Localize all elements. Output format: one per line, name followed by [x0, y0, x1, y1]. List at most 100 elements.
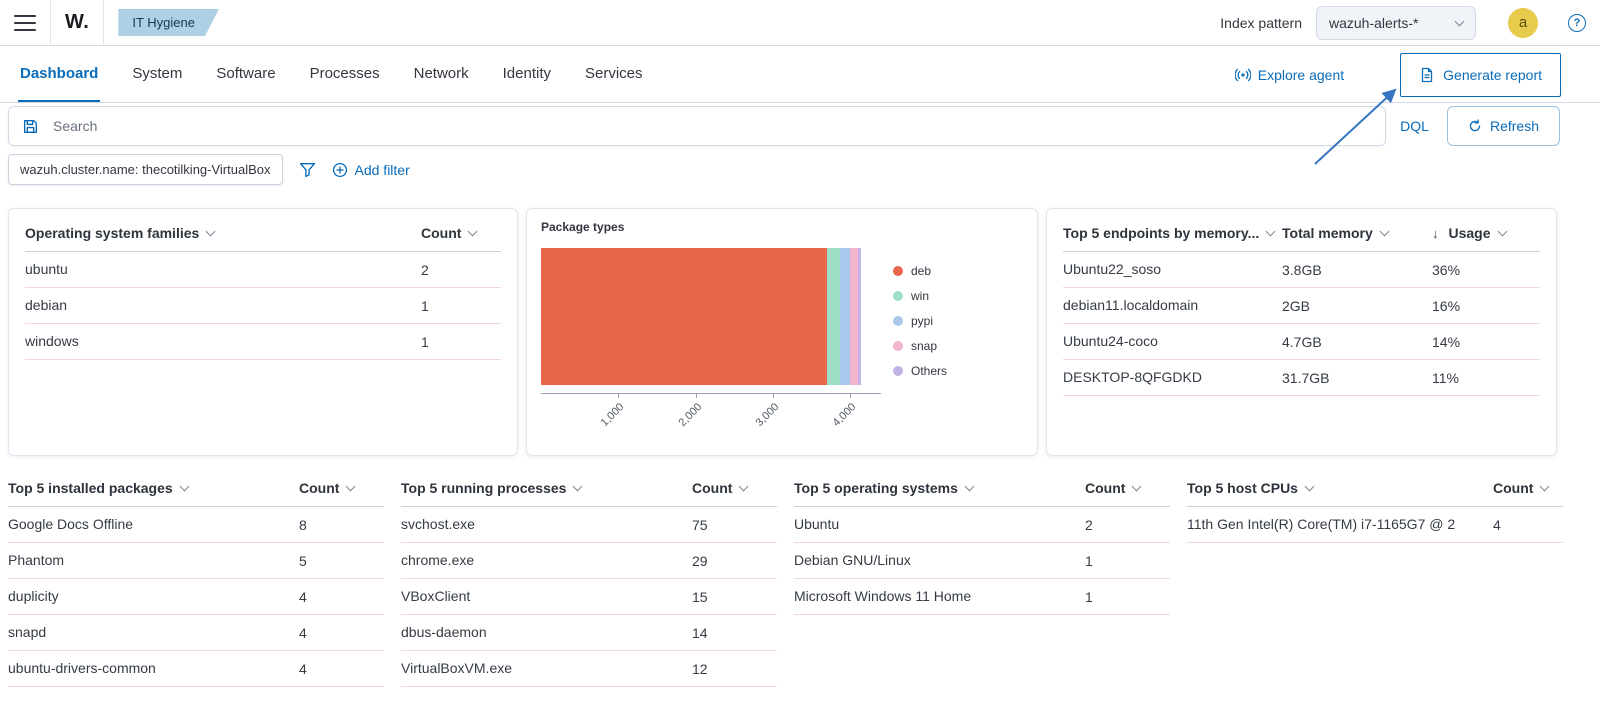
chevron-down-icon	[205, 226, 216, 237]
tab-services[interactable]: Services	[583, 47, 645, 102]
refresh-button[interactable]: Refresh	[1446, 106, 1560, 146]
table-row[interactable]: snapd 4	[8, 615, 384, 651]
legend-label: snap	[911, 339, 938, 353]
row-label: debian	[25, 297, 68, 313]
row-value: 5	[299, 552, 307, 569]
explore-agent-link[interactable]: Explore agent	[1234, 66, 1345, 83]
table-row[interactable]: ubuntu 2	[25, 252, 501, 288]
column-header-count[interactable]: Count	[421, 225, 501, 241]
legend-item-snap[interactable]: snap	[893, 339, 947, 353]
filter-chip[interactable]: wazuh.cluster.name: thecotilking-Virtual…	[8, 154, 283, 185]
row-value: 2GB	[1282, 297, 1311, 314]
table-row[interactable]: Google Docs Offline 8	[8, 507, 384, 543]
panel-title[interactable]: Top 5 running processes	[401, 480, 692, 496]
wazuh-logo[interactable]: W.	[65, 11, 89, 34]
legend-item-pypi[interactable]: pypi	[893, 314, 947, 328]
legend-item-deb[interactable]: deb	[893, 264, 947, 278]
index-pattern-select[interactable]: wazuh-alerts-*	[1316, 5, 1476, 40]
bar-segment-win[interactable]	[826, 248, 841, 385]
save-query-icon[interactable]	[22, 118, 39, 135]
column-header-count[interactable]: Count	[1085, 480, 1170, 496]
panel-installed-packages: Top 5 installed packages Count Google Docs…	[8, 470, 384, 687]
table-row[interactable]: chrome.exe 29	[401, 543, 777, 579]
table-row[interactable]: Microsoft Windows 11 Home 1	[794, 579, 1170, 615]
row-label: Ubuntu22_soso	[1063, 261, 1162, 277]
x-tick-label: 3,000	[753, 401, 782, 429]
column-header-count[interactable]: Count	[692, 480, 777, 496]
table-row[interactable]: windows 1	[25, 324, 501, 360]
table-row[interactable]: VirtualBoxVM.exe 12	[401, 651, 777, 687]
column-header-usage[interactable]: ↓ Usage	[1432, 225, 1540, 241]
tab-identity[interactable]: Identity	[501, 47, 553, 102]
row-value: 11%	[1432, 369, 1459, 386]
dashboard-row-1: Operating system families Count ubuntu 2 deb…	[8, 208, 1557, 456]
panel-title[interactable]: Operating system families	[25, 225, 421, 241]
index-pattern-value: wazuh-alerts-*	[1329, 14, 1419, 31]
row-value: 14%	[1432, 333, 1461, 350]
bar-segment-snap[interactable]	[850, 248, 858, 385]
row-label: VBoxClient	[401, 588, 471, 604]
table-row[interactable]: Ubuntu24-coco 4.7GB 14%	[1063, 324, 1540, 360]
row-label: Phantom	[8, 552, 65, 568]
panel-title[interactable]: Top 5 host CPUs	[1187, 480, 1493, 496]
explore-agent-label: Explore agent	[1257, 66, 1345, 83]
row-value: 3.8GB	[1282, 261, 1322, 278]
row-value: 75	[692, 516, 708, 533]
dql-toggle[interactable]: DQL	[1400, 118, 1429, 134]
help-icon[interactable]: ?	[1568, 13, 1586, 32]
column-header-count[interactable]: Count	[299, 480, 384, 496]
table-row[interactable]: svchost.exe 75	[401, 507, 777, 543]
legend-label: win	[911, 289, 930, 303]
avatar[interactable]: a	[1508, 7, 1538, 38]
table-row[interactable]: 11th Gen Intel(R) Core(TM) i7-1165G7 @ 2…	[1187, 507, 1563, 543]
legend-item-Others[interactable]: Others	[893, 364, 947, 378]
tab-software[interactable]: Software	[214, 47, 277, 102]
tab-processes[interactable]: Processes	[308, 47, 382, 102]
column-header-total-memory[interactable]: Total memory	[1282, 225, 1432, 241]
generate-report-button[interactable]: Generate report	[1400, 52, 1561, 97]
add-filter-button[interactable]: Add filter	[332, 162, 410, 178]
table-row[interactable]: Debian GNU/Linux 1	[794, 543, 1170, 579]
row-label: snapd	[8, 624, 47, 640]
table-row[interactable]: duplicity 4	[8, 579, 384, 615]
legend-item-win[interactable]: win	[893, 289, 947, 303]
panel-title[interactable]: Top 5 installed packages	[8, 480, 299, 496]
filter-funnel-icon[interactable]	[299, 161, 316, 178]
panel-title[interactable]: Top 5 endpoints by memory...	[1063, 225, 1282, 241]
table-row[interactable]: VBoxClient 15	[401, 579, 777, 615]
row-label: Microsoft Windows 11 Home	[794, 588, 972, 604]
axis-tick	[850, 394, 852, 398]
tab-dashboard[interactable]: Dashboard	[18, 47, 101, 102]
tab-network[interactable]: Network	[412, 47, 471, 102]
tab-system[interactable]: System	[130, 47, 184, 102]
legend-dot	[893, 341, 903, 351]
row-value: 15	[692, 588, 708, 605]
legend-label: pypi	[911, 314, 934, 328]
bar-segment-deb[interactable]	[541, 248, 827, 385]
table-header: Top 5 operating systems Count	[794, 470, 1170, 507]
table-row[interactable]: Phantom 5	[8, 543, 384, 579]
bar-segment-Others[interactable]	[857, 248, 861, 385]
divider	[103, 0, 105, 46]
table-row[interactable]: DESKTOP-8QFGDKD 31.7GB 11%	[1063, 360, 1540, 396]
chevron-down-icon	[738, 481, 749, 492]
menu-icon[interactable]	[14, 14, 36, 31]
panel-package-types: Package types 1,000 2,000 3,000 4,000 deb wi…	[526, 208, 1038, 456]
panel-endpoints-memory: Top 5 endpoints by memory... Total memory…	[1046, 208, 1557, 456]
panel-title[interactable]: Top 5 operating systems	[794, 480, 1085, 496]
search-input[interactable]	[8, 106, 1387, 146]
row-value: 1	[421, 297, 429, 314]
breadcrumb[interactable]: IT Hygiene	[118, 9, 219, 36]
table-row[interactable]: debian 1	[25, 288, 501, 324]
row-label: Debian GNU/Linux	[794, 552, 911, 568]
add-filter-label: Add filter	[354, 161, 410, 178]
table-row[interactable]: ubuntu-drivers-common 4	[8, 651, 384, 687]
column-header-count[interactable]: Count	[1493, 480, 1563, 496]
bar-segment-pypi[interactable]	[840, 248, 851, 385]
panel-host-cpus: Top 5 host CPUs Count 11th Gen Intel(R) Co…	[1187, 470, 1563, 687]
table-row[interactable]: Ubuntu 2	[794, 507, 1170, 543]
table-row[interactable]: Ubuntu22_soso 3.8GB 36%	[1063, 252, 1540, 288]
table-row[interactable]: dbus-daemon 14	[401, 615, 777, 651]
table-header: Top 5 running processes Count	[401, 470, 777, 507]
table-row[interactable]: debian11.localdomain 2GB 16%	[1063, 288, 1540, 324]
